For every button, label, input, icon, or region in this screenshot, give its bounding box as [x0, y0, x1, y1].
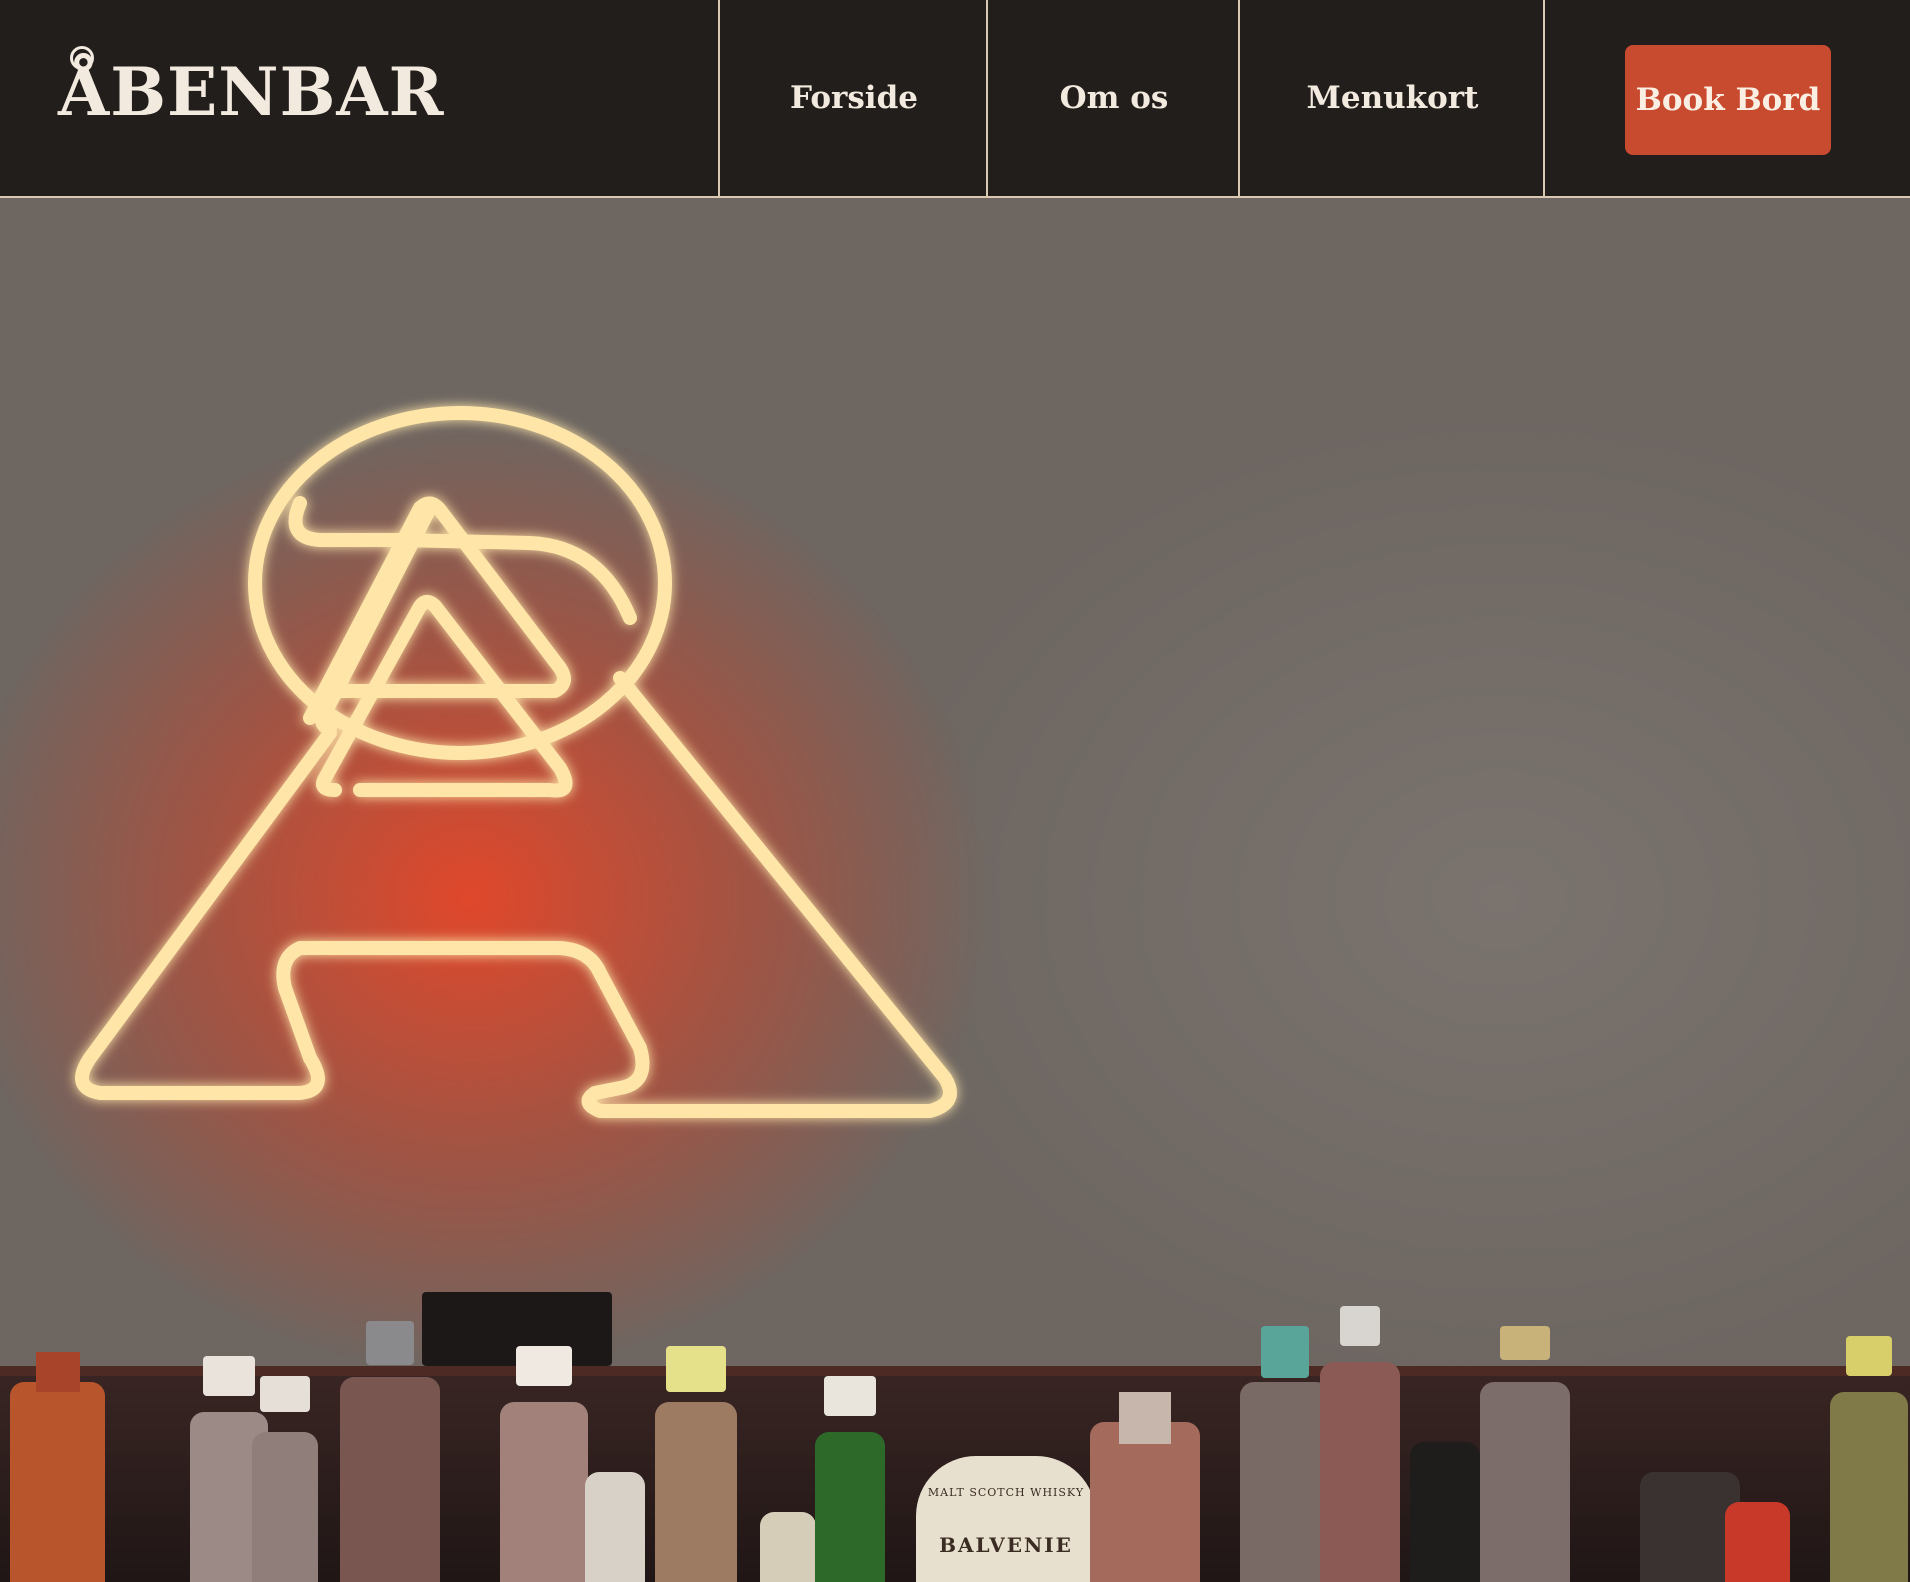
bottle	[1090, 1392, 1200, 1582]
bottle	[760, 1512, 816, 1582]
nav-cta-cell: Book Bord	[1543, 0, 1910, 196]
bottle	[500, 1346, 588, 1582]
bottle-label-text: MALT SCOTCH WHISKY	[927, 1486, 1085, 1499]
book-table-button[interactable]: Book Bord	[1625, 45, 1831, 155]
bottle	[1320, 1306, 1400, 1582]
bottle	[10, 1352, 105, 1582]
bottle-neck	[1119, 1392, 1171, 1444]
logo-ring-icon	[70, 46, 94, 70]
bottle-cap	[203, 1356, 255, 1396]
bottle-cap	[366, 1321, 414, 1365]
brand-name: ÅBENBAR	[58, 53, 445, 131]
brand-logo[interactable]: ÅBENBAR	[58, 46, 445, 132]
bottle-cap	[824, 1376, 876, 1416]
nav-item-om-os[interactable]: Om os	[986, 0, 1240, 196]
nav-item-label: Menukort	[1306, 80, 1479, 116]
whisky-bottle-label: MALT SCOTCH WHISKY BALVENIE	[916, 1456, 1096, 1582]
nav-item-forside[interactable]: Forside	[718, 0, 988, 196]
bottle	[585, 1472, 645, 1582]
bottle	[1410, 1442, 1480, 1582]
bottle	[1830, 1336, 1908, 1582]
bottle-cap	[666, 1346, 726, 1392]
nav-item-label: Forside	[790, 80, 918, 116]
bottle	[815, 1376, 885, 1582]
bottle	[340, 1321, 440, 1582]
bottle-cap	[516, 1346, 572, 1386]
bottle-cap	[260, 1376, 310, 1412]
hero-image: MALT SCOTCH WHISKY BALVENIE	[0, 198, 1910, 1582]
shelf-edge	[0, 1366, 1910, 1376]
bottle	[655, 1346, 737, 1582]
bottle-cap	[1261, 1326, 1309, 1378]
bottle	[252, 1376, 318, 1582]
bottle-neck	[35, 1352, 80, 1392]
bottle-cap	[1340, 1306, 1380, 1346]
bottle	[1725, 1502, 1790, 1582]
bottle-brand-text: BALVENIE	[939, 1533, 1073, 1557]
bottle	[1480, 1326, 1570, 1582]
site-header: ÅBENBAR Forside Om os Menukort Book Bord	[0, 0, 1910, 198]
bottle-cap	[1500, 1326, 1550, 1360]
nav-item-menukort[interactable]: Menukort	[1238, 0, 1545, 196]
bottle	[1240, 1326, 1330, 1582]
bottle-cap	[1846, 1336, 1892, 1376]
nav-item-label: Om os	[1059, 80, 1169, 116]
